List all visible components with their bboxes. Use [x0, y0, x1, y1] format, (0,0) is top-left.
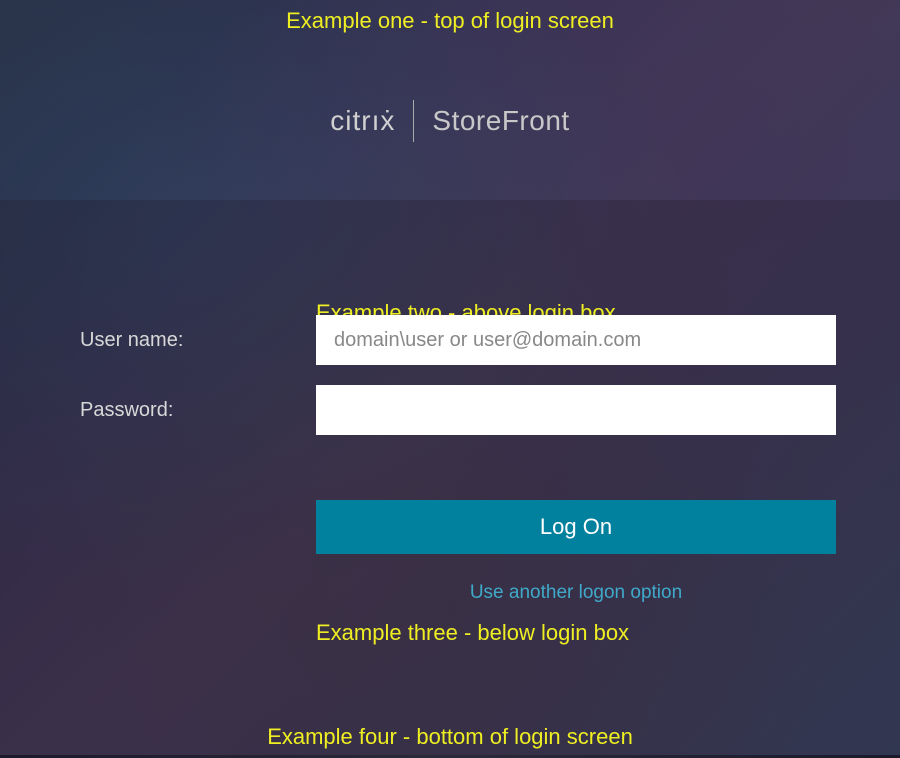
logo: citrıẋ StoreFront [0, 100, 900, 142]
username-label: User name: [80, 329, 280, 352]
username-input[interactable] [316, 315, 836, 365]
header-region: Example one - top of login screen citrıẋ… [0, 0, 900, 200]
alt-logon-link[interactable]: Use another logon option [316, 582, 836, 604]
annotation-example-four: Example four - bottom of login screen [0, 724, 900, 750]
logon-button[interactable]: Log On [316, 500, 836, 554]
logo-divider [413, 100, 414, 142]
password-input[interactable] [316, 385, 836, 435]
logo-brand-text: citrıẋ [330, 105, 395, 137]
login-form-region: Example two - above login box User name:… [0, 200, 900, 758]
annotation-example-one: Example one - top of login screen [0, 8, 900, 34]
logo-product-text: StoreFront [432, 105, 569, 137]
password-label: Password: [80, 399, 280, 422]
annotation-example-three: Example three - below login box [316, 620, 629, 646]
